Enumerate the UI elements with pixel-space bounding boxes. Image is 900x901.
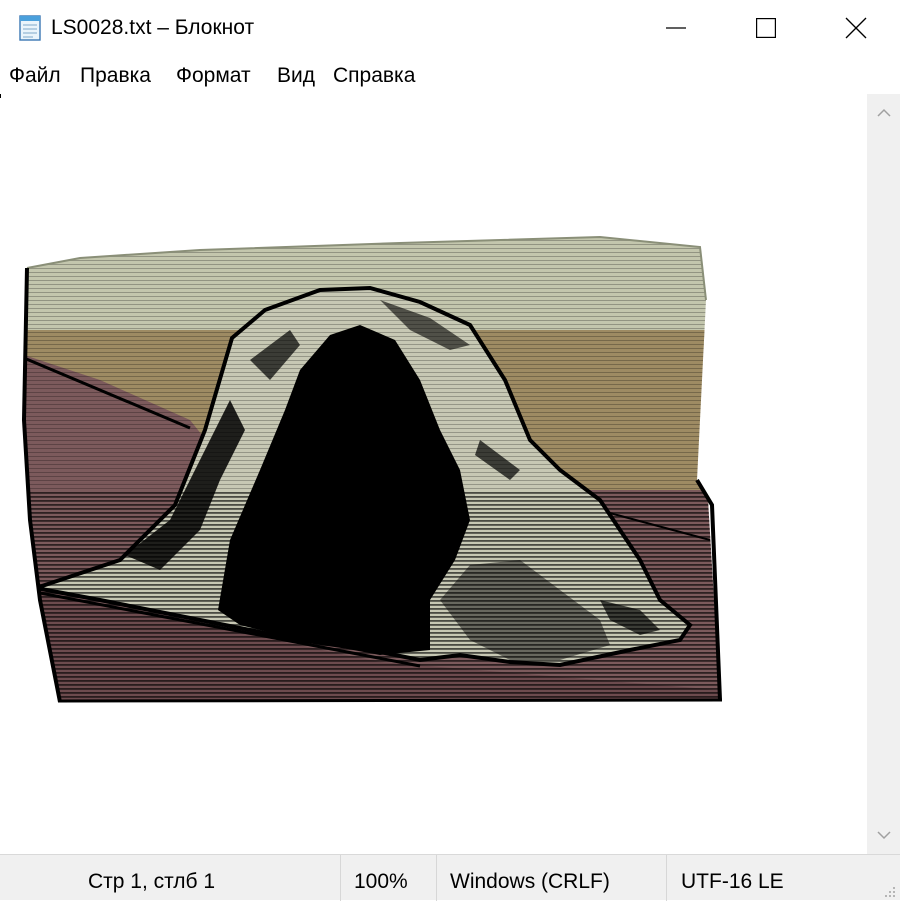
text-caret — [0, 94, 1, 98]
close-button[interactable] — [811, 0, 900, 56]
menu-file[interactable]: Файл — [9, 64, 61, 88]
close-icon — [845, 17, 867, 39]
menu-view[interactable]: Вид — [277, 64, 315, 88]
maximize-icon — [756, 18, 776, 38]
cursor-position: Стр 1, стлб 1 — [88, 870, 216, 893]
status-divider — [436, 855, 437, 901]
minimize-icon — [666, 27, 686, 29]
maximize-button[interactable] — [721, 0, 811, 56]
notepad-icon — [19, 15, 41, 41]
encoding: UTF-16 LE — [681, 870, 784, 893]
status-divider — [666, 855, 667, 901]
window-title: LS0028.txt – Блокнот — [51, 16, 255, 39]
minimize-button[interactable] — [631, 0, 721, 56]
menu-format[interactable]: Формат — [176, 64, 251, 88]
status-divider — [340, 855, 341, 901]
text-editor-area[interactable] — [0, 94, 867, 854]
menu-help[interactable]: Справка — [333, 64, 415, 88]
scroll-down-button[interactable] — [867, 816, 900, 854]
ascii-art-stone-arch-image — [21, 235, 723, 703]
resize-grip-icon[interactable] — [878, 880, 898, 900]
status-bar: Стр 1, стлб 1 100% Windows (CRLF) UTF-16… — [0, 854, 900, 901]
menu-bar: Файл Правка Формат Вид Справка — [0, 58, 900, 94]
zoom-level: 100% — [354, 870, 408, 893]
scroll-up-icon — [876, 108, 891, 117]
line-endings: Windows (CRLF) — [450, 870, 610, 893]
menu-edit[interactable]: Правка — [80, 64, 151, 88]
scroll-down-icon — [876, 831, 891, 840]
scroll-up-button[interactable] — [867, 94, 900, 132]
title-bar[interactable]: LS0028.txt – Блокнот — [0, 0, 900, 56]
vertical-scrollbar[interactable] — [867, 94, 900, 854]
